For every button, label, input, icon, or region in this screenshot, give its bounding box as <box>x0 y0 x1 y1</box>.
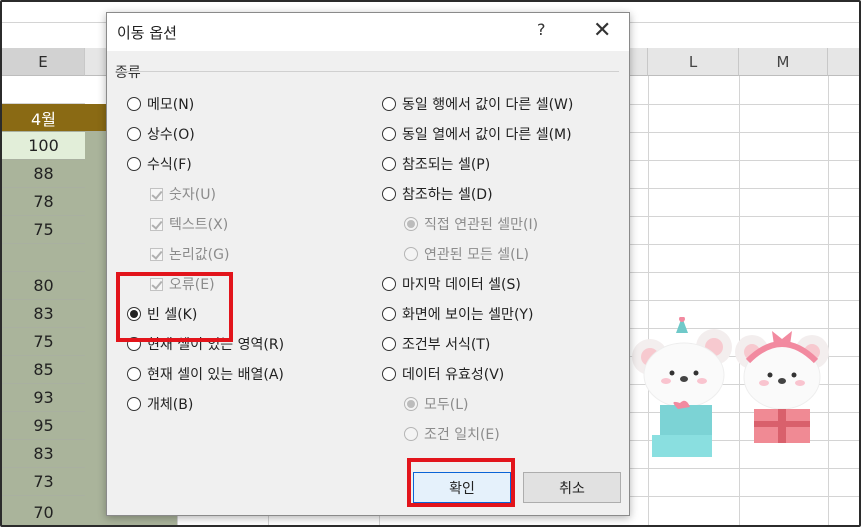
highlight-box-ok <box>407 458 515 507</box>
radio-icon[interactable] <box>382 337 396 351</box>
check-logicals[interactable]: 논리값(G) <box>150 244 229 264</box>
radio-icon[interactable] <box>404 247 418 261</box>
option-current-array[interactable]: 현재 셀이 있는 배열(A) <box>127 364 284 384</box>
option-objects[interactable]: 개체(B) <box>127 394 193 414</box>
go-to-special-dialog: 이동 옵션 ? ✕ 종류 메모(N) 상수(O) 수식(F) 숫자(U) 텍스트… <box>106 12 630 516</box>
option-label: 텍스트(X) <box>169 217 229 233</box>
cell-blank[interactable] <box>2 76 85 104</box>
option-label: 연관된 모든 셀(L) <box>424 247 529 263</box>
table-cell[interactable]: 100 <box>2 132 85 160</box>
option-label: 숫자(U) <box>169 187 216 203</box>
column-header-m[interactable]: M <box>739 48 828 76</box>
table-cell[interactable]: 75 <box>2 328 85 356</box>
option-label: 동일 열에서 값이 다른 셀(M) <box>402 127 572 143</box>
check-numbers[interactable]: 숫자(U) <box>150 184 216 204</box>
option-label: 개체(B) <box>147 397 194 413</box>
option-validation-same[interactable]: 조건 일치(E) <box>404 424 500 444</box>
check-text[interactable]: 텍스트(X) <box>150 214 228 234</box>
dialog-title: 이동 옵션 <box>117 24 177 42</box>
option-label: 메모(N) <box>147 97 195 113</box>
radio-icon[interactable] <box>382 307 396 321</box>
option-constants[interactable]: 상수(O) <box>127 124 195 144</box>
checkbox-icon[interactable] <box>150 187 163 201</box>
help-icon[interactable]: ? <box>537 20 546 39</box>
option-label: 상수(O) <box>147 127 195 143</box>
option-label: 참조하는 셀(D) <box>402 187 493 203</box>
option-data-validation[interactable]: 데이터 유효성(V) <box>382 364 504 384</box>
table-cell[interactable]: 85 <box>2 356 85 384</box>
option-dependents[interactable]: 참조하는 셀(D) <box>382 184 493 204</box>
option-label: 조건 일치(E) <box>424 427 500 443</box>
radio-icon[interactable] <box>127 97 141 111</box>
option-label: 참조되는 셀(P) <box>402 157 491 173</box>
option-column-differences[interactable]: 동일 열에서 값이 다른 셀(M) <box>382 124 572 144</box>
checkbox-icon[interactable] <box>150 247 163 261</box>
radio-icon[interactable] <box>404 217 418 231</box>
option-label: 수식(F) <box>147 157 192 173</box>
radio-icon[interactable] <box>382 97 396 111</box>
option-visible-cells[interactable]: 화면에 보이는 셀만(Y) <box>382 304 533 324</box>
table-cell[interactable]: 70 <box>2 496 85 525</box>
option-label: 데이터 유효성(V) <box>402 367 505 383</box>
table-cell[interactable]: 88 <box>2 160 85 188</box>
table-cell[interactable]: 75 <box>2 216 85 244</box>
dialog-titlebar[interactable]: 이동 옵션 ? ✕ <box>107 13 629 51</box>
radio-icon[interactable] <box>382 157 396 171</box>
option-comments[interactable]: 메모(N) <box>127 94 194 114</box>
option-label: 동일 행에서 값이 다른 셀(W) <box>402 97 574 113</box>
table-cell[interactable]: 95 <box>2 412 85 440</box>
option-row-differences[interactable]: 동일 행에서 값이 다른 셀(W) <box>382 94 573 114</box>
option-last-cell[interactable]: 마지막 데이터 셀(S) <box>382 274 521 294</box>
column-header-f[interactable] <box>85 48 107 76</box>
group-divider <box>117 71 619 72</box>
column-header-n[interactable] <box>828 48 859 76</box>
column-header-k[interactable] <box>630 48 648 76</box>
radio-icon[interactable] <box>127 127 141 141</box>
cell-header-month[interactable]: 4월 <box>2 104 85 132</box>
table-cell[interactable]: 73 <box>2 468 85 496</box>
option-precedents[interactable]: 참조되는 셀(P) <box>382 154 490 174</box>
option-label: 화면에 보이는 셀만(Y) <box>402 307 534 323</box>
option-conditional-formats[interactable]: 조건부 서식(T) <box>382 334 490 354</box>
option-label: 논리값(G) <box>169 247 230 263</box>
highlight-box-blanks <box>116 272 233 342</box>
table-cell[interactable]: 83 <box>2 440 85 468</box>
option-label: 직접 연관된 셀만(I) <box>424 217 539 233</box>
radio-icon[interactable] <box>127 367 141 381</box>
checkbox-icon[interactable] <box>150 217 163 231</box>
option-validation-all[interactable]: 모두(L) <box>404 394 468 414</box>
radio-icon[interactable] <box>404 397 418 411</box>
option-all-levels[interactable]: 연관된 모든 셀(L) <box>404 244 529 264</box>
option-label: 현재 셀이 있는 배열(A) <box>147 367 284 383</box>
option-formulas[interactable]: 수식(F) <box>127 154 192 174</box>
screenshot-frame: E L M 4월 100 88 78 75 80 83 75 85 93 95 … <box>0 0 861 527</box>
mouse-mascots-image <box>632 316 832 471</box>
column-header-e[interactable]: E <box>2 48 85 76</box>
table-cell[interactable] <box>2 244 85 272</box>
cancel-button[interactable]: 취소 <box>523 472 621 503</box>
option-label: 조건부 서식(T) <box>402 337 491 353</box>
radio-icon[interactable] <box>382 277 396 291</box>
radio-icon[interactable] <box>382 127 396 141</box>
option-direct-only[interactable]: 직접 연관된 셀만(I) <box>404 214 538 234</box>
radio-icon[interactable] <box>127 397 141 411</box>
table-cell[interactable]: 83 <box>2 300 85 328</box>
radio-icon[interactable] <box>127 157 141 171</box>
column-header-l[interactable]: L <box>648 48 739 76</box>
table-cell[interactable]: 78 <box>2 188 85 216</box>
group-label: 종류 <box>115 65 141 81</box>
radio-icon[interactable] <box>382 367 396 381</box>
radio-icon[interactable] <box>382 187 396 201</box>
option-label: 모두(L) <box>424 397 469 413</box>
table-cell[interactable]: 80 <box>2 272 85 300</box>
close-icon[interactable]: ✕ <box>593 18 611 43</box>
radio-icon[interactable] <box>404 427 418 441</box>
option-label: 마지막 데이터 셀(S) <box>402 277 521 293</box>
table-cell[interactable]: 93 <box>2 384 85 412</box>
